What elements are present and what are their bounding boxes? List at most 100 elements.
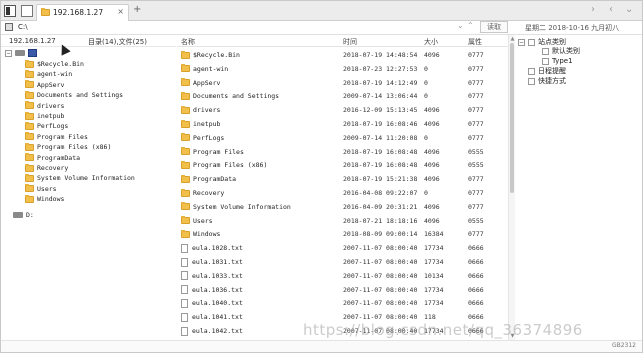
collapse-icon[interactable]: − [5,49,12,57]
path-input[interactable]: C:\ [16,22,478,33]
list-item[interactable]: eula.1033.txt 2007-11-07 08:00:40 10134 066… [177,269,508,283]
checkbox-icon[interactable] [542,57,549,65]
folder-icon [25,153,34,162]
col-size[interactable]: 大小 [424,37,438,47]
tree-folder[interactable]: $Recycle.Bin [25,59,84,69]
file-time: 2007-11-07 08:00:40 [343,271,418,280]
list-item[interactable]: drivers 2016-12-09 15:13:45 4096 0777 [177,103,508,117]
close-tab-icon[interactable]: × [117,7,124,16]
collapse-icon[interactable]: − [518,38,525,46]
chevron-right-icon[interactable]: › [591,4,595,15]
tree-root[interactable]: − [5,48,37,58]
list-item[interactable]: ProgramData 2018-07-19 15:21:38 4096 0777 [177,172,508,186]
tree-folder[interactable]: Users [25,184,57,194]
chevron-down-icon[interactable]: ⌄ [625,4,633,15]
tree-folder[interactable]: Program Files [25,132,88,142]
file-attr: 0777 [468,92,484,101]
scroll-up-icon[interactable]: ▲ [509,36,516,42]
file-attr: 0777 [468,230,484,239]
list-item[interactable]: Users 2018-07-21 18:18:16 4096 0555 [177,214,508,228]
folder-icon [181,91,190,100]
watermark: https://blog.csdn.net/qq_36374896 [303,321,583,339]
list-item[interactable]: System Volume Information 2016-04-09 20:3… [177,200,508,214]
new-tab-button[interactable]: + [133,4,141,15]
list-item[interactable]: Program Files (x86) 2018-07-19 16:08:48 40… [177,158,508,172]
type1-category[interactable]: Type1 [542,56,573,66]
file-time: 2007-11-07 08:00:40 [343,299,418,308]
list-item[interactable]: eula.1031.txt 2007-11-07 08:00:40 17734 066… [177,255,508,269]
tree-folder[interactable]: inetpub [25,111,64,121]
list-item[interactable]: eula.1040.txt 2007-11-07 08:00:40 17734 066… [177,296,508,310]
checkbox-icon[interactable] [542,47,549,55]
calendar-icon [528,67,535,75]
default-category[interactable]: 默认类别 [542,46,580,56]
list-item[interactable]: Windows 2018-08-09 09:00:14 16384 0777 [177,227,508,241]
list-item[interactable]: Recovery 2016-04-08 09:22:07 0 0777 [177,186,508,200]
tree-folder[interactable]: agent-win [25,69,72,79]
tree-folder[interactable]: Program Files (x86) [25,142,111,152]
folder-icon [181,229,190,238]
drive-d-label: D: [26,211,34,219]
tree-folder[interactable]: Recovery [25,163,68,173]
scroll-thumb[interactable] [510,43,514,193]
folder-icon [25,101,34,110]
encoding-label[interactable]: GB2312 [612,342,636,349]
main-window: 192.168.1.27 × + › ‹ ⌄ C:\ ⌄ ⌃ 读取 星期二 20… [0,0,643,353]
tree-folder[interactable]: drivers [25,101,64,111]
tree-folder[interactable]: Documents and Settings [25,90,123,100]
tree-folder[interactable]: PerfLogs [25,121,68,131]
chevron-up-icon[interactable]: ⌃ [467,21,474,30]
tree-folder-label: $Recycle.Bin [37,60,84,68]
tree-drive-d[interactable]: D: [13,210,34,220]
file-icon [181,271,188,281]
file-name: inetpub [193,120,221,128]
checkbox-icon[interactable] [528,38,535,46]
file-name: Users [193,216,213,225]
vertical-scrollbar[interactable]: ▲ ▼ [508,35,515,340]
col-time[interactable]: 时间 [343,37,357,47]
file-name-cell: eula.1042.txt [181,324,243,338]
tree-folder[interactable]: System Volume Information [25,173,135,183]
file-time: 2018-07-19 14:48:54 [343,51,418,59]
schedule-reminder[interactable]: 日程提醒 [528,66,566,76]
file-name: Windows [193,230,221,239]
list-item[interactable]: inetpub 2018-07-19 16:08:46 4096 0777 [177,117,508,131]
folder-icon [25,111,34,120]
file-name-cell: AppServ [181,76,220,90]
list-item[interactable]: AppServ 2018-07-19 14:12:49 0 0777 [177,76,508,90]
window-icon[interactable] [21,5,33,17]
list-item[interactable]: Documents and Settings 2009-07-14 13:06:4… [177,89,508,103]
shortcut-icon [528,77,535,85]
list-item[interactable]: agent-win 2018-07-23 12:27:53 0 0777 [177,62,508,76]
file-name: eula.1041.txt [192,313,243,322]
tab-host[interactable]: 192.168.1.27 × [36,4,129,21]
chevron-left-icon[interactable]: ‹ [609,4,613,15]
file-name: AppServ [193,78,221,87]
folder-icon [25,142,34,151]
toggle-panel-icon[interactable] [4,5,16,17]
tree-folder[interactable]: Windows [25,194,64,204]
read-button[interactable]: 读取 [480,21,508,33]
tree-folder[interactable]: AppServ [25,80,64,90]
file-icon [181,243,188,253]
folder-icon [41,8,50,16]
list-item[interactable]: $Recycle.Bin 2018-07-19 14:48:54 4096 0777 [177,48,508,62]
dir-summary: 目录(14),文件(25) [88,38,147,46]
list-item[interactable]: Program Files 2018-07-19 16:08:48 4096 0555 [177,145,508,159]
list-item[interactable]: eula.1036.txt 2007-11-07 08:00:40 17734 066… [177,283,508,297]
file-name-cell: agent-win [181,62,228,76]
folder-icon [181,147,190,156]
col-name[interactable]: 名称 [181,37,195,47]
file-name: agent-win [193,64,229,73]
file-size: 4096 [424,161,440,170]
tree-folder[interactable]: ProgramData [25,153,80,163]
folder-icon [181,160,190,169]
list-item[interactable]: eula.1028.txt 2007-11-07 08:00:40 17734 066… [177,241,508,255]
file-icon [181,298,188,308]
dropdown-icon[interactable]: ⌄ [457,21,464,30]
list-item[interactable]: PerfLogs 2009-07-14 11:20:08 0 0777 [177,131,508,145]
folder-icon [181,133,190,142]
shortcuts[interactable]: 快捷方式 [528,76,566,86]
col-attr[interactable]: 属性 [468,37,482,47]
host-label: 192.168.1.27 [9,37,56,45]
